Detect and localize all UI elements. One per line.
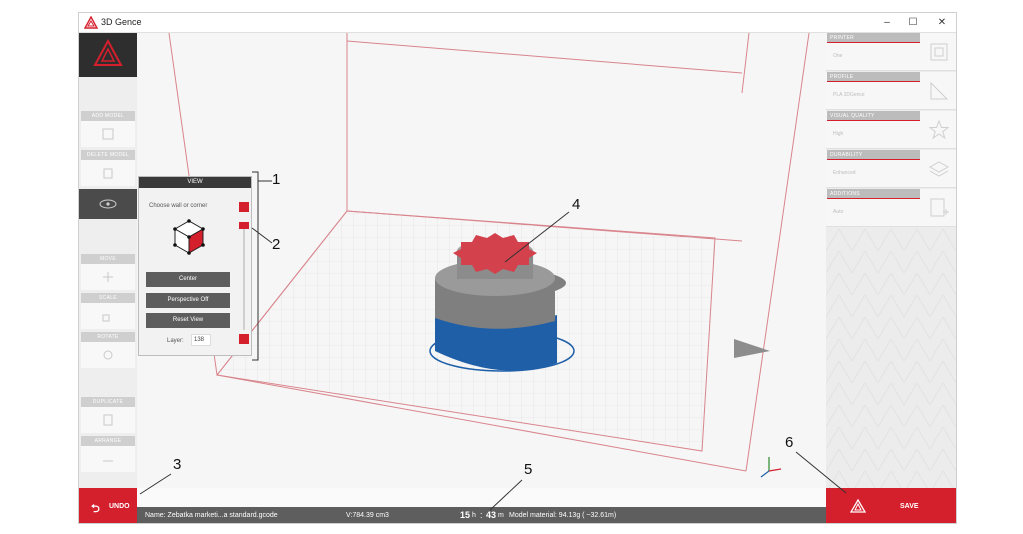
view-panel: VIEW Choose wall or corner Center Perspe… [138,176,252,356]
add-model-icon [102,128,114,140]
view-cube-icon[interactable] [167,215,211,259]
rotate-label: ROTATE [81,332,135,342]
profile-section[interactable]: PROFILE PLA 3DGence [826,72,956,110]
visual-quality-value: High [833,131,844,137]
hours-unit: h [472,512,476,519]
decorative-pattern [826,229,956,488]
visual-quality-section[interactable]: VISUAL QUALITY High [826,111,956,149]
logo-tile [79,33,137,77]
title-bar: 3D Gence – ☐ ✕ [79,13,956,33]
profile-value: PLA 3DGence [833,92,865,98]
minimize-button[interactable]: – [874,15,900,31]
additions-value: Auto [833,209,844,215]
save-label: SAVE [900,503,919,510]
layers-icon [928,161,950,177]
status-bar: Name: Zebatka marketi...a standard.gcode… [137,507,826,523]
duplicate-label: DUPLICATE [81,397,135,407]
app-logo-icon [84,16,98,29]
arrange-label: ARRANGE [81,436,135,446]
delete-model-button[interactable] [81,160,135,186]
arrange-icon [103,460,113,462]
print-hours: 15 [460,510,471,520]
layer-slider-track[interactable] [243,222,245,330]
top-minus-button[interactable] [239,202,249,212]
durability-value: Enhanced [833,170,856,176]
durability-section[interactable]: DURABILITY Enhanced [826,150,956,188]
star-icon [928,119,950,140]
callout-6: 6 [785,434,794,451]
arrange-button[interactable] [81,446,135,472]
duplicate-icon [103,414,113,426]
delete-model-icon [103,168,113,179]
axis-gizmo-icon [760,457,782,478]
brand-logo-icon [93,38,123,66]
center-button[interactable]: Center [146,272,230,287]
move-icon [103,272,113,282]
durability-label: DURABILITY [827,150,920,160]
left-toolbar: ADD MODEL DELETE MODEL MOVE SCALE ROTATE… [79,33,137,488]
move-label: MOVE [81,254,135,264]
material-value: Model material: 94.13g ( ~32.61m) [509,512,617,519]
additions-section[interactable]: ADDITIONS Auto [826,189,956,227]
perspective-button[interactable]: Perspective Off [146,293,230,308]
close-button[interactable]: ✕ [929,15,955,31]
duplicate-button[interactable] [81,407,135,433]
view-panel-header: VIEW [139,177,251,188]
callout-1: 1 [272,171,281,188]
minutes-unit: m [498,512,504,519]
reset-view-button[interactable]: Reset View [146,313,230,328]
profile-label: PROFILE [827,72,920,82]
bottom-bar: ⮌ UNDO Name: Zebatka marketi...a standar… [79,488,826,523]
callout-4: 4 [572,196,581,213]
add-document-icon [930,198,949,217]
eye-icon [99,199,117,209]
time-separator: : [480,510,483,520]
right-settings-panel: PRINTER One PROFILE PLA 3DGence VISUAL Q… [826,33,956,488]
callout-3: 3 [173,456,182,473]
printer-section[interactable]: PRINTER One [826,33,956,71]
move-button[interactable] [81,264,135,290]
profile-icon [930,81,949,100]
print-minutes: 43 [486,510,497,520]
printer-icon [930,43,948,61]
choose-wall-text: Choose wall or corner [149,203,208,209]
undo-icon: ⮌ [91,503,100,515]
printer-value: One [833,53,843,59]
file-name: Name: Zebatka marketi...a standard.gcode [145,512,278,519]
maximize-button[interactable]: ☐ [900,15,926,31]
delete-model-label: DELETE MODEL [81,150,135,160]
volume-value: V:784.39 cm3 [346,512,389,519]
add-model-button[interactable] [81,121,135,147]
rotate-icon [103,350,113,360]
callout-2: 2 [272,236,281,253]
layer-input[interactable]: 138 [191,334,211,346]
printer-label: PRINTER [827,33,920,43]
scale-label: SCALE [81,293,135,303]
visual-quality-label: VISUAL QUALITY [827,111,920,121]
figure-root: 3D Gence – ☐ ✕ ADD MODEL DELETE MODEL MO… [0,0,1023,534]
save-logo-icon [850,499,866,513]
callout-5: 5 [524,461,533,478]
layer-label: Layer: [167,338,184,344]
app-window: 3D Gence – ☐ ✕ ADD MODEL DELETE MODEL MO… [78,12,957,524]
undo-label: UNDO [109,503,130,510]
add-model-label: ADD MODEL [81,111,135,121]
layer-slider-thumb[interactable] [239,222,249,229]
save-button[interactable]: SAVE [826,488,956,523]
rotate-button[interactable] [81,342,135,368]
undo-button[interactable]: ⮌ UNDO [79,488,137,523]
bottom-minus-button[interactable] [239,334,249,344]
additions-label: ADDITIONS [827,189,920,199]
view-button[interactable] [79,189,137,219]
scale-icon [102,314,110,322]
scale-button[interactable] [81,303,135,329]
window-title: 3D Gence [101,17,142,27]
